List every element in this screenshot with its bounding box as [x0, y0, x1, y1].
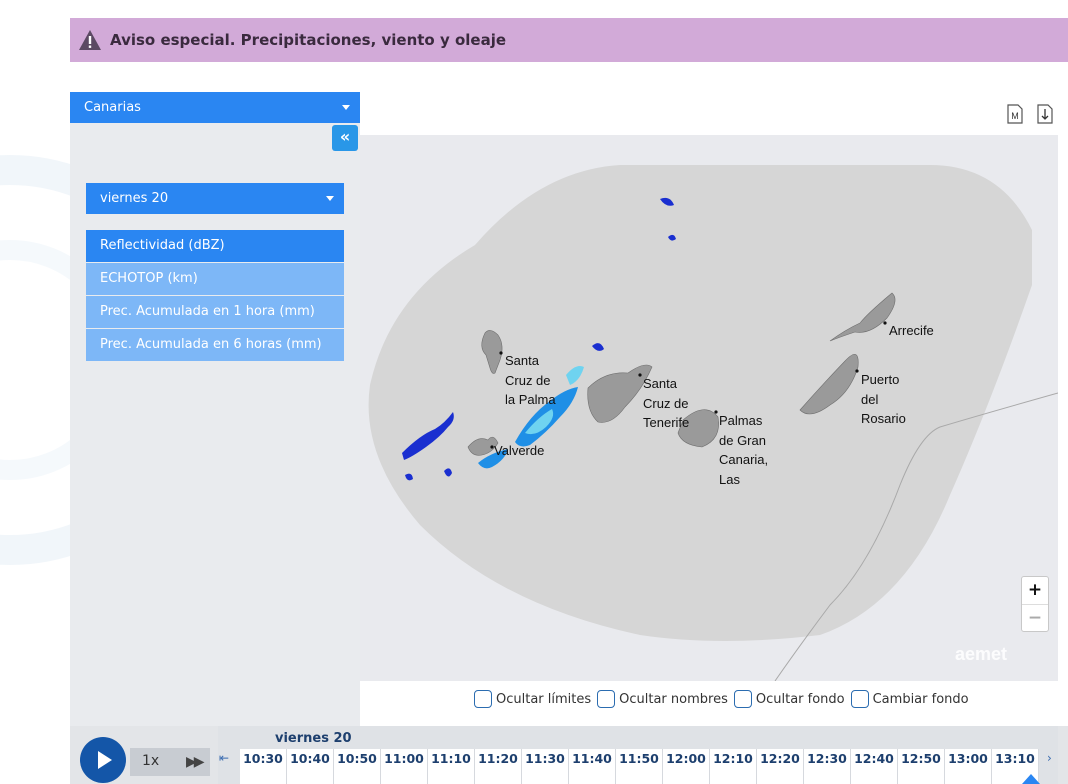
day-select-value: viernes 20	[100, 191, 169, 206]
radar-coverage-area	[368, 165, 1032, 641]
timeline-day-label: viernes 20	[275, 731, 352, 746]
city-arrecife: Arrecife	[889, 323, 934, 338]
option-label: Ocultar límites	[496, 691, 592, 707]
city-santa-cruz-de-tenerife: Santa Cruz de Tenerife	[643, 376, 690, 430]
time-step[interactable]: 12:50	[898, 749, 945, 784]
current-time-marker	[1022, 774, 1040, 784]
caret-down-icon	[342, 105, 350, 110]
option-cambiar-fondo[interactable]: Cambiar fondo	[850, 690, 969, 708]
option-ocultar-fondo[interactable]: Ocultar fondo	[733, 690, 845, 708]
aemet-logo: aemet	[955, 644, 1008, 664]
time-step[interactable]: 10:30	[240, 749, 287, 784]
radar-map-canvas	[368, 165, 1058, 681]
region-select-value: Canarias	[84, 100, 141, 115]
download-icon[interactable]	[1037, 104, 1053, 124]
alert-text: Aviso especial. Precipitaciones, viento …	[110, 31, 507, 49]
option-label: Ocultar fondo	[755, 691, 845, 707]
time-step[interactable]: 12:00	[663, 749, 710, 784]
checkbox[interactable]	[474, 690, 492, 708]
option-label: Ocultar nombres	[619, 691, 728, 707]
time-step[interactable]: 12:10	[710, 749, 757, 784]
product-prec-1h[interactable]: Prec. Acumulada en 1 hora (mm)	[86, 296, 344, 328]
fast-forward-icon[interactable]: ▶▶	[186, 754, 204, 770]
city-palmas-de-gran-canaria: Palmas de Gran Canaria, Las	[719, 413, 769, 487]
time-step[interactable]: 12:20	[757, 749, 804, 784]
speed-control[interactable]: 1x ▶▶	[130, 748, 210, 776]
speed-value: 1x	[142, 753, 160, 769]
step-forward-icon[interactable]: ›	[1047, 751, 1052, 765]
time-step[interactable]: 11:30	[522, 749, 569, 784]
option-ocultar-nombres[interactable]: Ocultar nombres	[597, 690, 728, 708]
time-step[interactable]: 12:40	[851, 749, 898, 784]
city-santa-cruz-de-la-palma: Santa Cruz de la Palma	[505, 353, 556, 407]
step-back-icon[interactable]: ⇤	[219, 751, 229, 765]
day-select[interactable]: viernes 20	[86, 183, 344, 214]
checkbox[interactable]	[733, 690, 752, 708]
play-icon	[98, 751, 112, 769]
time-step[interactable]: 13:00	[945, 749, 992, 784]
zoom-out-button[interactable]: −	[1022, 605, 1048, 632]
map-tools: M	[1007, 104, 1053, 124]
zoom-in-button[interactable]: +	[1022, 577, 1048, 605]
special-alert-banner[interactable]: Aviso especial. Precipitaciones, viento …	[70, 18, 1068, 62]
product-echotop[interactable]: ECHOTOP (km)	[86, 263, 344, 295]
time-step[interactable]: 11:10	[428, 749, 475, 784]
zoom-control: + −	[1021, 576, 1049, 632]
svg-text:M: M	[1011, 111, 1019, 121]
city-puerto-del-rosario: Puerto del Rosario	[861, 372, 906, 426]
caret-down-icon	[326, 196, 334, 201]
product-list: Reflectividad (dBZ) ECHOTOP (km) Prec. A…	[86, 230, 344, 362]
time-step[interactable]: 11:50	[616, 749, 663, 784]
checkbox[interactable]	[597, 690, 616, 708]
warning-icon	[79, 30, 101, 50]
product-reflectividad[interactable]: Reflectividad (dBZ)	[86, 230, 344, 262]
time-steps: 10:30 10:40 10:50 11:00 11:10 11:20 11:3…	[240, 749, 1039, 784]
region-select[interactable]: Canarias	[70, 92, 360, 123]
product-prec-6h[interactable]: Prec. Acumulada en 6 horas (mm)	[86, 329, 344, 361]
city-valverde: Valverde	[494, 443, 545, 458]
radar-map[interactable]: Santa Cruz de la Palma Valverde Santa Cr…	[360, 135, 1058, 681]
time-step[interactable]: 12:30	[804, 749, 851, 784]
time-step[interactable]: 10:50	[334, 749, 381, 784]
option-ocultar-limites[interactable]: Ocultar límites	[474, 690, 591, 708]
checkbox[interactable]	[850, 690, 869, 708]
map-layer-icon[interactable]: M	[1007, 104, 1023, 124]
time-step[interactable]: 11:40	[569, 749, 616, 784]
time-step[interactable]: 11:20	[475, 749, 522, 784]
option-label: Cambiar fondo	[872, 691, 969, 707]
map-options: Ocultar límites Ocultar nombres Ocultar …	[474, 690, 969, 708]
play-button[interactable]	[80, 737, 126, 783]
collapse-panel-button[interactable]: «	[332, 125, 358, 151]
time-step[interactable]: 11:00	[381, 749, 428, 784]
time-step[interactable]: 10:40	[287, 749, 334, 784]
